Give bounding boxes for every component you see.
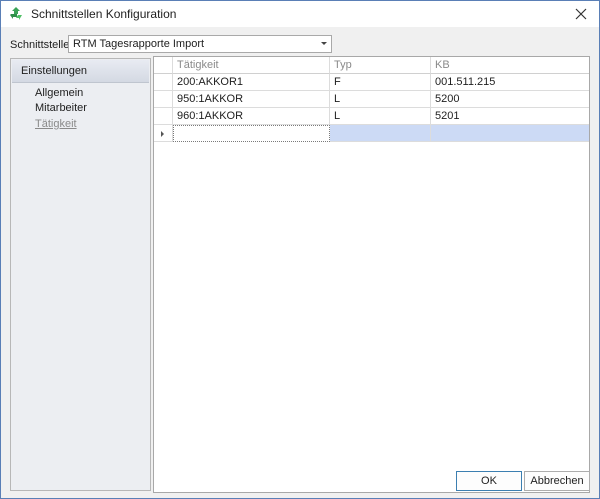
header-indicator-cell [154, 57, 173, 74]
table-row[interactable]: 960:1AKKOR L 5201 [154, 108, 589, 125]
close-icon [575, 8, 587, 20]
table-row[interactable]: 950:1AKKOR L 5200 [154, 91, 589, 108]
title-bar: Schnittstellen Konfiguration [1, 1, 599, 27]
current-row-arrow-icon [161, 131, 164, 137]
schnittstelle-value: RTM Tagesrapporte Import [73, 38, 205, 50]
settings-sidebar: Einstellungen Allgemein Mitarbeiter Täti… [10, 58, 151, 491]
row-indicator-cell[interactable] [154, 74, 173, 91]
column-header-taetigkeit[interactable]: Tätigkeit [173, 57, 330, 74]
recycle-arrows-icon [10, 7, 22, 20]
cell-taetigkeit[interactable]: 950:1AKKOR [173, 91, 330, 108]
cell-typ[interactable]: L [330, 108, 431, 125]
cell-kb[interactable]: 5201 [431, 108, 589, 125]
cell-kb[interactable]: 5200 [431, 91, 589, 108]
sidebar-group-header[interactable]: Einstellungen [12, 60, 149, 83]
dialog-window: Schnittstellen Konfiguration Schnittstel… [0, 0, 600, 499]
data-grid: Tätigkeit Typ KB 200:AKKOR1 F 001.511.21… [153, 56, 590, 493]
close-button[interactable] [565, 1, 597, 27]
dialog-body: Schnittstelle RTM Tagesrapporte Import E… [1, 27, 599, 498]
row-indicator-cell[interactable] [154, 91, 173, 108]
cell-typ[interactable]: F [330, 74, 431, 91]
window-title: Schnittstellen Konfiguration [31, 7, 177, 21]
new-cell-taetigkeit-input[interactable] [173, 125, 330, 142]
cell-kb[interactable]: 001.511.215 [431, 74, 589, 91]
schnittstelle-label: Schnittstelle [10, 39, 70, 51]
row-indicator-cell[interactable] [154, 108, 173, 125]
schnittstelle-dropdown[interactable]: RTM Tagesrapporte Import [68, 35, 332, 53]
cell-typ[interactable]: L [330, 91, 431, 108]
new-cell-typ[interactable] [330, 125, 431, 142]
cell-taetigkeit[interactable]: 960:1AKKOR [173, 108, 330, 125]
new-cell-kb[interactable] [431, 125, 589, 142]
sidebar-item-mitarbeiter[interactable]: Mitarbeiter [35, 102, 87, 114]
grid-header-row: Tätigkeit Typ KB [154, 57, 589, 74]
ok-button[interactable]: OK [456, 471, 522, 491]
sidebar-header-label: Einstellungen [21, 65, 88, 77]
new-item-row[interactable] [154, 125, 589, 142]
table-row[interactable]: 200:AKKOR1 F 001.511.215 [154, 74, 589, 91]
row-indicator-cell[interactable] [154, 125, 173, 142]
column-header-typ[interactable]: Typ [330, 57, 431, 74]
cell-taetigkeit[interactable]: 200:AKKOR1 [173, 74, 330, 91]
cancel-button[interactable]: Abbrechen [524, 471, 590, 491]
sidebar-item-taetigkeit[interactable]: Tätigkeit [35, 118, 77, 130]
column-header-kb[interactable]: KB [431, 57, 589, 74]
chevron-down-icon [321, 42, 327, 45]
sidebar-item-allgemein[interactable]: Allgemein [35, 87, 83, 99]
